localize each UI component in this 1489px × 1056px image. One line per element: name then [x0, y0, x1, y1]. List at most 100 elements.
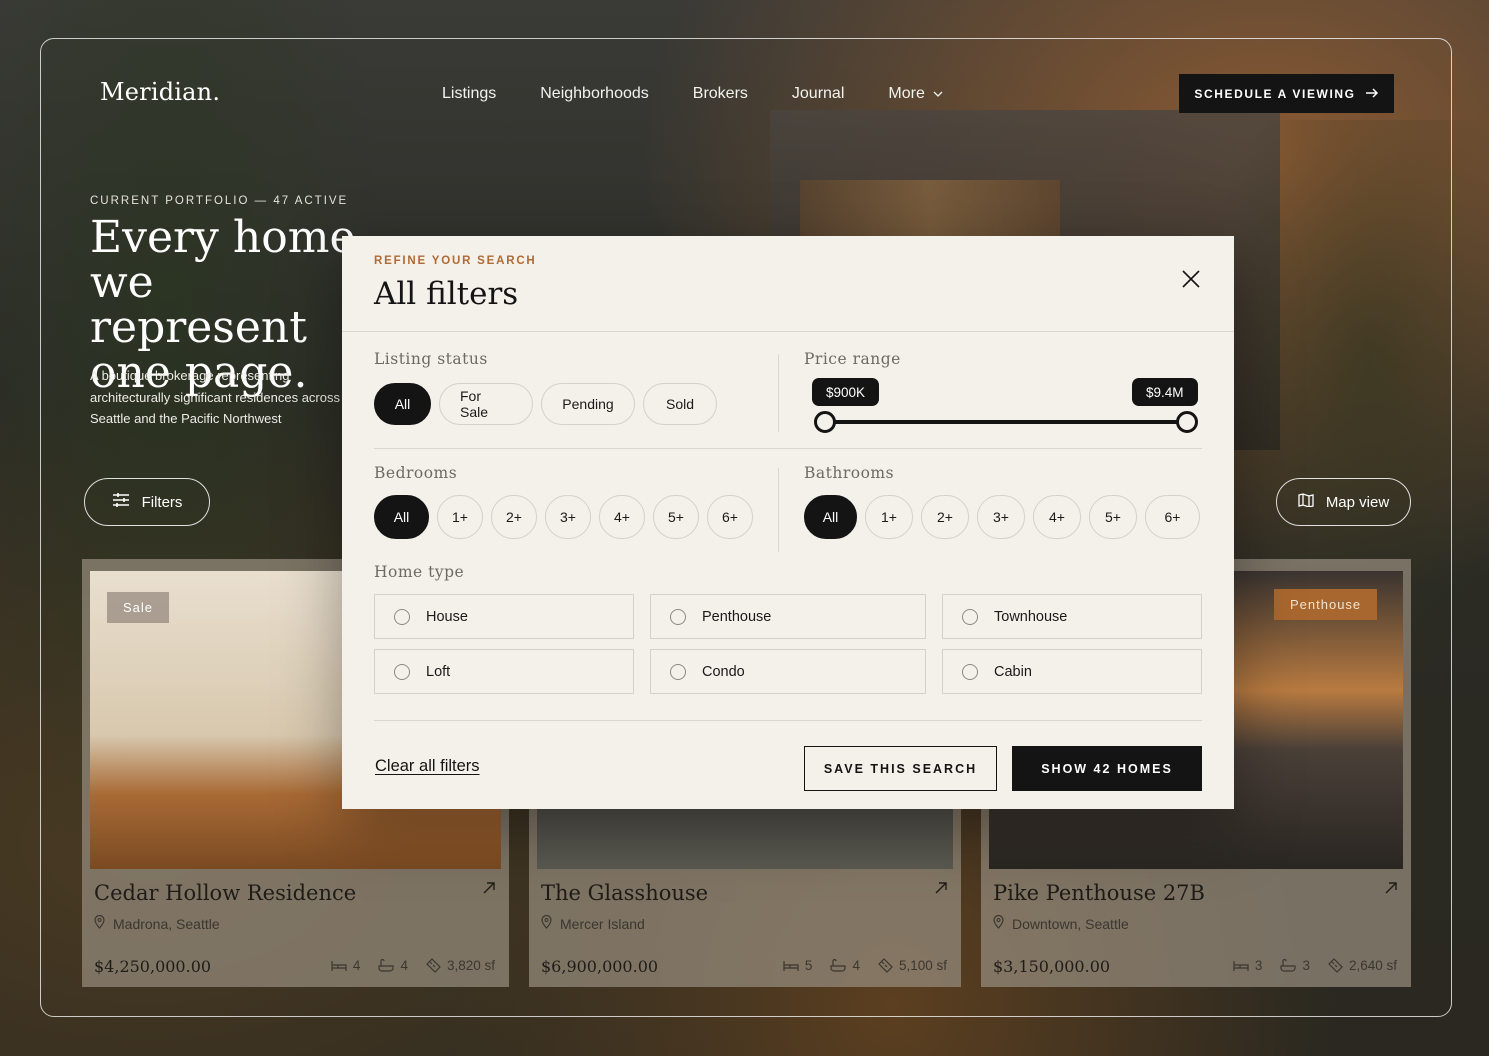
home-type-loft[interactable]: Loft	[374, 649, 634, 694]
home-type-townhouse[interactable]: Townhouse	[942, 594, 1202, 639]
bedrooms-chip-3[interactable]: 3+	[545, 495, 591, 539]
section-divider	[778, 468, 779, 552]
map-pin-icon	[541, 914, 552, 932]
radio-icon	[962, 608, 978, 625]
modal-eyebrow: REFINE YOUR SEARCH	[374, 255, 537, 267]
status-chip-sold[interactable]: Sold	[643, 383, 717, 425]
status-badge: Penthouse	[1274, 589, 1378, 620]
bathrooms-chip-4[interactable]: 4+	[1033, 495, 1081, 539]
listing-price: $6,900,000.00	[541, 957, 659, 976]
bed-icon	[331, 960, 347, 972]
listing-location: Mercer Island	[541, 914, 645, 932]
sliders-icon	[112, 492, 130, 512]
clear-all-filters-link[interactable]: Clear all filters	[375, 757, 480, 776]
bathrooms-chip-all[interactable]: All	[804, 495, 857, 539]
area-value: 3,820 sf	[446, 958, 495, 973]
beds-count: 5	[804, 958, 813, 973]
listing-title[interactable]: Pike Penthouse 27B	[993, 881, 1205, 905]
open-listing-icon[interactable]	[1385, 881, 1397, 899]
home-type-label-text: House	[426, 608, 468, 625]
modal-header-divider	[342, 331, 1234, 332]
open-listing-icon[interactable]	[483, 881, 495, 899]
bedrooms-chip-5[interactable]: 5+	[653, 495, 699, 539]
listing-specs: 5 4 5,100 sf	[783, 958, 947, 973]
area-icon	[426, 958, 441, 973]
area-spec: 5,100 sf	[878, 958, 947, 973]
baths-spec: 3	[1280, 958, 1310, 973]
bathrooms-chip-2[interactable]: 2+	[921, 495, 969, 539]
listing-location: Madrona, Seattle	[94, 914, 220, 932]
home-type-cabin[interactable]: Cabin	[942, 649, 1202, 694]
home-type-condo[interactable]: Condo	[650, 649, 926, 694]
save-search-button[interactable]: SAVE THIS SEARCH	[804, 746, 997, 791]
main-nav: Listings Neighborhoods Brokers Journal M…	[442, 85, 1031, 103]
price-max-handle[interactable]	[1176, 411, 1198, 433]
status-chip-pending[interactable]: Pending	[541, 383, 635, 425]
bed-icon	[1233, 960, 1249, 972]
area-spec: 3,820 sf	[426, 958, 495, 973]
price-slider-track[interactable]	[824, 420, 1187, 424]
listing-title[interactable]: Cedar Hollow Residence	[94, 881, 356, 905]
home-type-house[interactable]: House	[374, 594, 634, 639]
bathrooms-chip-5[interactable]: 5+	[1089, 495, 1137, 539]
close-icon[interactable]	[1181, 269, 1201, 289]
map-view-button[interactable]: Map view	[1276, 478, 1411, 526]
baths-count: 4	[400, 958, 408, 973]
map-icon	[1298, 493, 1314, 511]
price-range-label: Price range	[804, 350, 901, 368]
nav-neighborhoods[interactable]: Neighborhoods	[540, 85, 649, 103]
chevron-down-icon	[933, 91, 943, 97]
bedrooms-chip-4[interactable]: 4+	[599, 495, 645, 539]
listing-specs: 3 3 2,640 sf	[1233, 958, 1397, 973]
nav-listings[interactable]: Listings	[442, 85, 496, 103]
price-min-handle[interactable]	[814, 411, 836, 433]
home-type-label-text: Townhouse	[994, 608, 1068, 625]
bedrooms-chip-1[interactable]: 1+	[437, 495, 483, 539]
schedule-viewing-label: SCHEDULE A VIEWING	[1194, 86, 1356, 101]
bedrooms-chip-6[interactable]: 6+	[707, 495, 753, 539]
listing-location: Downtown, Seattle	[993, 914, 1129, 932]
bedrooms-chip-all[interactable]: All	[374, 495, 429, 539]
baths-count: 3	[1302, 958, 1310, 973]
hero-subcopy: A boutique brokerage representing archit…	[90, 368, 340, 426]
nav-brokers[interactable]: Brokers	[693, 85, 748, 103]
area-spec: 2,640 sf	[1328, 958, 1397, 973]
listing-status-chips: All For Sale Pending Sold	[374, 383, 717, 425]
bathrooms-chip-3[interactable]: 3+	[977, 495, 1025, 539]
bathrooms-chip-1[interactable]: 1+	[865, 495, 913, 539]
nav-more[interactable]: More	[888, 85, 986, 103]
schedule-viewing-button[interactable]: SCHEDULE A VIEWING	[1179, 74, 1394, 113]
price-max-tag: $9.4M	[1132, 378, 1198, 406]
area-icon	[1328, 958, 1343, 973]
radio-icon	[394, 608, 410, 625]
show-homes-button[interactable]: SHOW 42 HOMES	[1012, 746, 1202, 791]
map-pin-icon	[993, 914, 1004, 932]
bathrooms-chip-6[interactable]: 6+	[1145, 495, 1200, 539]
listing-title[interactable]: The Glasshouse	[541, 881, 708, 905]
baths-spec: 4	[378, 958, 408, 973]
nav-journal[interactable]: Journal	[792, 85, 844, 103]
filters-button[interactable]: Filters	[84, 478, 210, 526]
listing-status-label: Listing status	[374, 350, 488, 368]
home-type-penthouse[interactable]: Penthouse	[650, 594, 926, 639]
area-value: 5,100 sf	[898, 958, 947, 973]
hero-eyebrow: CURRENT PORTFOLIO — 47 ACTIVE	[90, 195, 349, 207]
bedrooms-chip-2[interactable]: 2+	[491, 495, 537, 539]
status-chip-all[interactable]: All	[374, 383, 431, 425]
listing-specs: 4 4 3,820 sf	[331, 958, 495, 973]
home-type-label-text: Condo	[702, 663, 745, 680]
home-type-label-text: Penthouse	[702, 608, 772, 625]
baths-spec: 4	[830, 958, 860, 973]
status-badge: Sale	[107, 592, 170, 623]
beds-spec: 4	[331, 958, 360, 973]
listing-location-text: Downtown, Seattle	[1012, 915, 1129, 932]
bath-icon	[378, 959, 395, 972]
open-listing-icon[interactable]	[935, 881, 947, 899]
beds-spec: 5	[783, 958, 813, 973]
home-type-label-text: Cabin	[994, 663, 1032, 680]
bathrooms-label: Bathrooms	[804, 464, 895, 482]
radio-icon	[394, 663, 410, 680]
brand-logo[interactable]: Meridian.	[100, 78, 220, 106]
status-chip-for-sale[interactable]: For Sale	[439, 383, 533, 425]
radio-icon	[962, 663, 978, 680]
